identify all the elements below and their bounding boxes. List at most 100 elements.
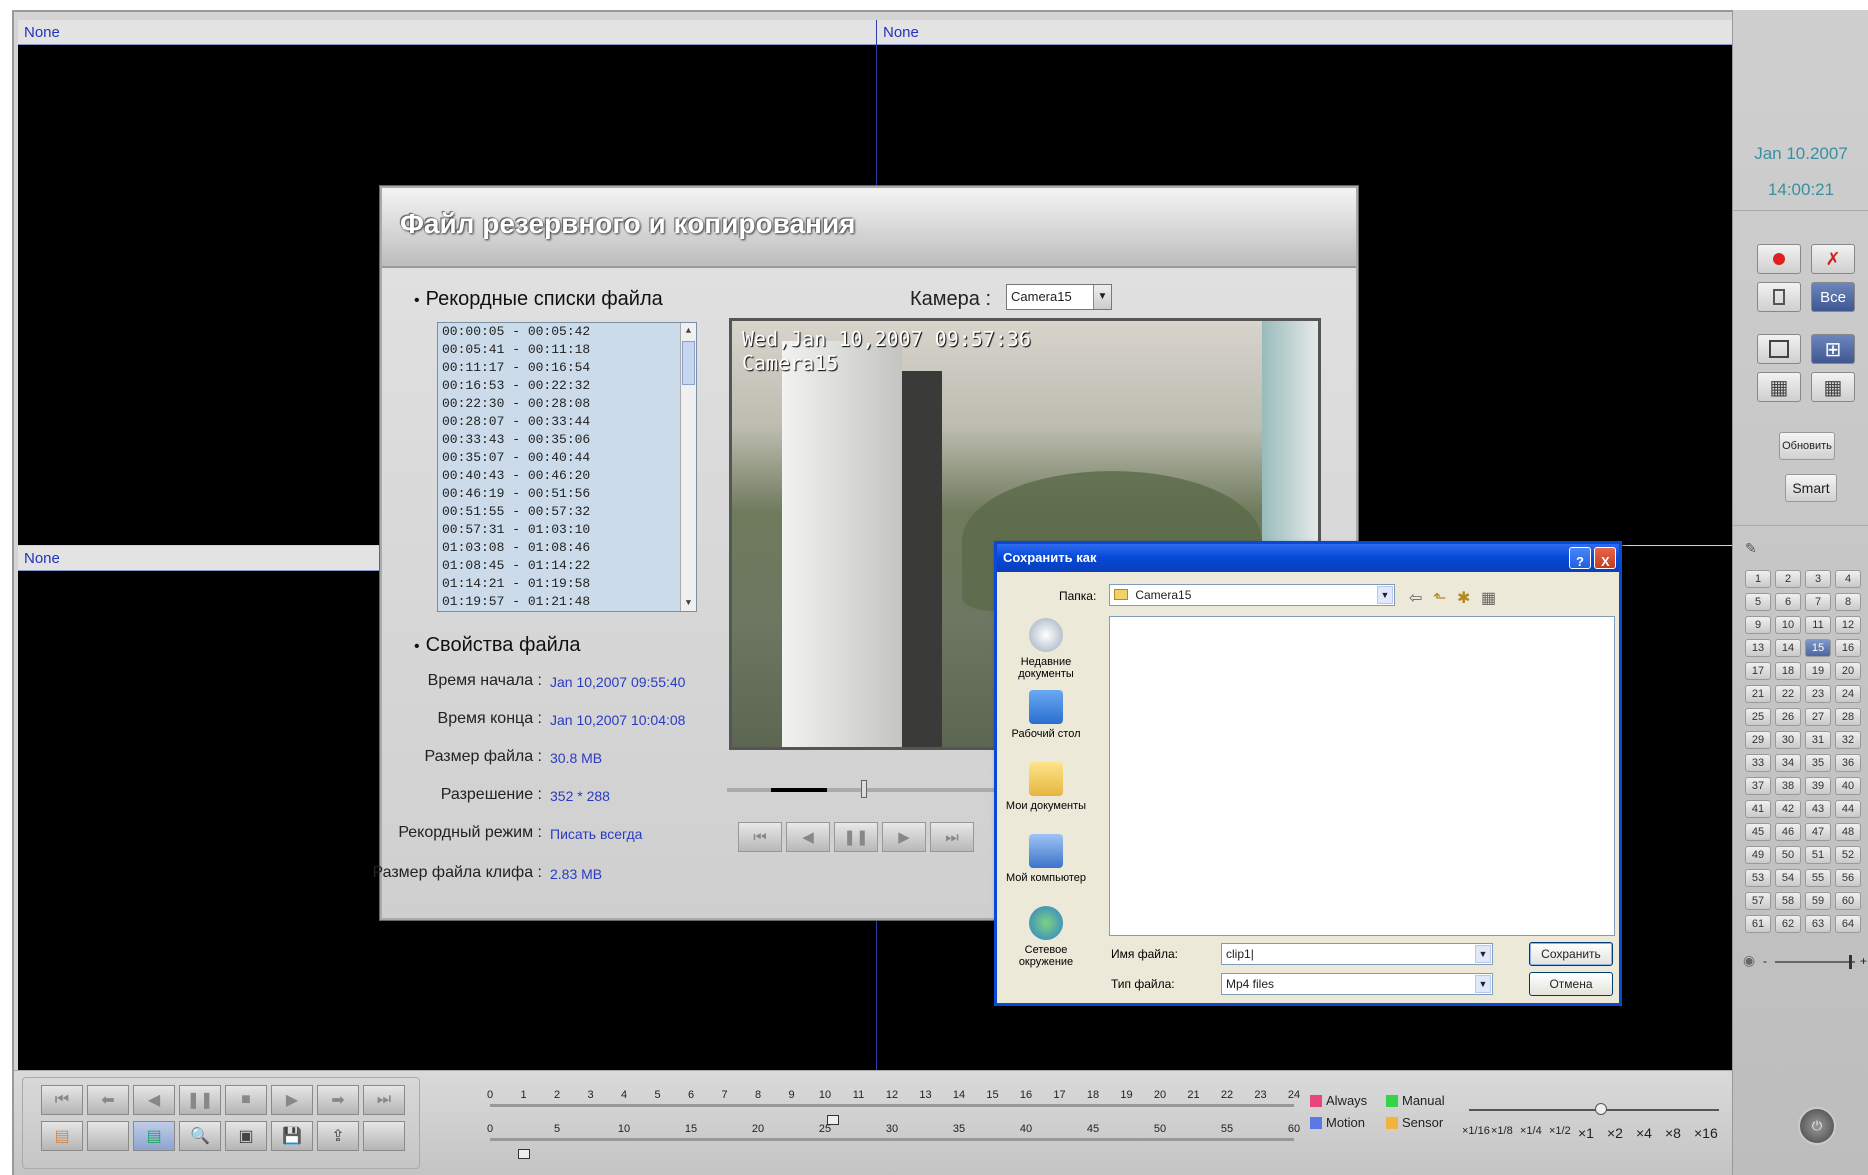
places-network[interactable]: Сетевое окружение: [1003, 906, 1089, 968]
channel-button[interactable]: 31: [1805, 731, 1831, 749]
volume-slider[interactable]: [1775, 955, 1855, 969]
channel-button[interactable]: 58: [1775, 892, 1801, 910]
camera-select[interactable]: Camera15 ▼: [1006, 284, 1112, 310]
rewind-button[interactable]: ⬅: [87, 1085, 129, 1115]
layout-16-button[interactable]: ▦: [1811, 372, 1855, 402]
back-icon[interactable]: ⇦: [1409, 588, 1422, 608]
save-button[interactable]: 💾: [271, 1121, 313, 1151]
close-button[interactable]: X: [1594, 547, 1616, 569]
channel-button[interactable]: 10: [1775, 616, 1801, 634]
records-list[interactable]: 00:00:05 - 00:05:42 00:05:41 - 00:11:18 00…: [437, 322, 697, 612]
channel-button[interactable]: 42: [1775, 800, 1801, 818]
new-folder-icon[interactable]: ✱: [1457, 588, 1470, 608]
record-list-item[interactable]: 00:40:43 - 00:46:20: [438, 467, 696, 485]
speed-label[interactable]: ×1/16: [1462, 1125, 1490, 1137]
export-button[interactable]: ⇪: [317, 1121, 359, 1151]
channel-button[interactable]: 16: [1835, 639, 1861, 657]
save-dialog-button[interactable]: Сохранить: [1529, 942, 1613, 966]
channel-button[interactable]: 13: [1745, 639, 1771, 657]
places-my-documents[interactable]: Мои документы: [1003, 762, 1089, 812]
all-button[interactable]: Все: [1811, 282, 1855, 312]
layout-1-button[interactable]: [1757, 334, 1801, 364]
channel-button[interactable]: 37: [1745, 777, 1771, 795]
channel-button[interactable]: 45: [1745, 823, 1771, 841]
channel-button[interactable]: 26: [1775, 708, 1801, 726]
smart-button[interactable]: Smart: [1785, 474, 1837, 502]
channel-button[interactable]: 4: [1835, 570, 1861, 588]
channel-button[interactable]: 53: [1745, 869, 1771, 887]
channel-button[interactable]: 5: [1745, 593, 1771, 611]
view-menu-icon[interactable]: ▦: [1481, 588, 1496, 608]
speed-label[interactable]: ×1: [1578, 1125, 1594, 1141]
scroll-thumb[interactable]: [682, 341, 695, 385]
channel-button[interactable]: 20: [1835, 662, 1861, 680]
record-list-item[interactable]: 00:11:17 - 00:16:54: [438, 359, 696, 377]
pause-button[interactable]: ❚❚: [179, 1085, 221, 1115]
channel-button[interactable]: 64: [1835, 915, 1861, 933]
first-button[interactable]: ⏮: [41, 1085, 83, 1115]
forward-button[interactable]: ➡: [317, 1085, 359, 1115]
blank-button-2[interactable]: [363, 1121, 405, 1151]
places-recent[interactable]: Недавние документы: [1003, 618, 1089, 680]
storage-button[interactable]: [1757, 282, 1801, 312]
channel-button[interactable]: 60: [1835, 892, 1861, 910]
refresh-button[interactable]: Обновить: [1779, 432, 1835, 460]
motion-button[interactable]: ✗: [1811, 244, 1855, 274]
record-list-item[interactable]: 01:03:08 - 01:08:46: [438, 539, 696, 557]
channel-button[interactable]: 44: [1835, 800, 1861, 818]
volume-knob[interactable]: [1849, 955, 1852, 969]
power-button[interactable]: ⏻: [1798, 1107, 1836, 1145]
record-list-item[interactable]: 00:00:05 - 00:05:42: [438, 323, 696, 341]
step-back-button[interactable]: ◀: [133, 1085, 175, 1115]
channel-button[interactable]: 41: [1745, 800, 1771, 818]
record-list-item[interactable]: 01:19:57 - 01:21:48: [438, 593, 696, 611]
channel-button[interactable]: 50: [1775, 846, 1801, 864]
channel-button[interactable]: 36: [1835, 754, 1861, 772]
speaker-icon[interactable]: ◉: [1743, 952, 1755, 969]
places-my-computer[interactable]: Мой компьютер: [1003, 834, 1089, 884]
backup-button[interactable]: ▤: [133, 1121, 175, 1151]
scroll-down-icon[interactable]: ▼: [681, 595, 696, 611]
hour-timeline[interactable]: 0 1 2 3 4 5 6 7 8 9 10 11 12 13 14 15 16 17 18 19 20 21 22 23 24: [474, 1089, 1300, 1125]
channel-button[interactable]: 62: [1775, 915, 1801, 933]
channel-button[interactable]: 9: [1745, 616, 1771, 634]
channel-button[interactable]: 48: [1835, 823, 1861, 841]
record-list-item[interactable]: 00:22:30 - 00:28:08: [438, 395, 696, 413]
speed-label[interactable]: ×2: [1607, 1125, 1623, 1141]
channel-button[interactable]: 8: [1835, 593, 1861, 611]
channel-button[interactable]: 3: [1805, 570, 1831, 588]
record-list-item[interactable]: 00:57:31 - 01:03:10: [438, 521, 696, 539]
record-list-item[interactable]: 00:46:19 - 00:51:56: [438, 485, 696, 503]
up-folder-icon[interactable]: ⬑: [1433, 588, 1446, 608]
record-list-item[interactable]: 00:33:43 - 00:35:06: [438, 431, 696, 449]
blank-button[interactable]: [87, 1121, 129, 1151]
speed-label[interactable]: ×1/8: [1491, 1125, 1513, 1137]
record-list-item[interactable]: 00:51:55 - 00:57:32: [438, 503, 696, 521]
records-scrollbar[interactable]: ▲ ▼: [680, 323, 696, 611]
speed-label[interactable]: ×1/2: [1549, 1125, 1571, 1137]
cancel-button[interactable]: Отмена: [1529, 972, 1613, 996]
channel-button[interactable]: 40: [1835, 777, 1861, 795]
channel-button[interactable]: 28: [1835, 708, 1861, 726]
places-desktop[interactable]: Рабочий стол: [1003, 690, 1089, 740]
last-button[interactable]: ⏭: [363, 1085, 405, 1115]
channel-button[interactable]: 25: [1745, 708, 1771, 726]
channel-button[interactable]: 23: [1805, 685, 1831, 703]
channel-button[interactable]: 11: [1805, 616, 1831, 634]
channel-button[interactable]: 34: [1775, 754, 1801, 772]
channel-button[interactable]: 30: [1775, 731, 1801, 749]
video-pause-button[interactable]: ❚❚: [834, 822, 878, 852]
record-list-item[interactable]: 00:28:07 - 00:33:44: [438, 413, 696, 431]
channel-button[interactable]: 18: [1775, 662, 1801, 680]
timeline-track[interactable]: [490, 1104, 1294, 1107]
folder-select[interactable]: Camera15 ▼: [1109, 584, 1395, 606]
filetype-select[interactable]: Mp4 files ▼: [1221, 973, 1493, 995]
channel-button[interactable]: 22: [1775, 685, 1801, 703]
speed-label[interactable]: ×16: [1694, 1125, 1718, 1141]
channel-button[interactable]: 7: [1805, 593, 1831, 611]
seek-knob[interactable]: [861, 780, 867, 798]
scroll-up-icon[interactable]: ▲: [681, 323, 696, 339]
video-step-forward-button[interactable]: ▶: [882, 822, 926, 852]
speed-knob[interactable]: [1595, 1103, 1607, 1115]
channel-button[interactable]: 2: [1775, 570, 1801, 588]
